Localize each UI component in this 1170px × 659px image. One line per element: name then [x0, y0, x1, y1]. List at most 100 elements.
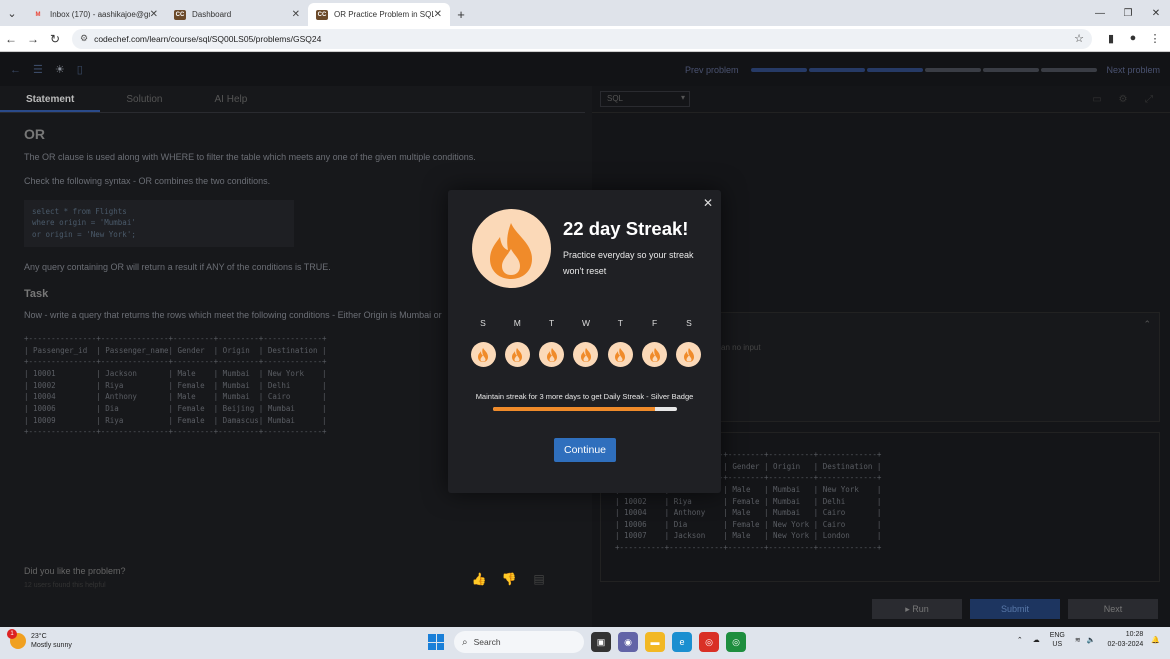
url-input[interactable]: ⚙ codechef.com/learn/course/sql/SQ00LS05…	[72, 28, 1092, 49]
paragraph: Check the following syntax - OR combines…	[24, 176, 271, 187]
theme-sun-icon[interactable]: ☀	[55, 63, 65, 76]
day-sunday: S	[470, 318, 496, 367]
day-label: S	[686, 318, 692, 328]
close-icon[interactable]: ✕	[434, 9, 442, 20]
restore-icon[interactable]: ❐	[1114, 0, 1142, 26]
tab-or-practice[interactable]: CC OR Practice Problem in SQL - C ✕	[308, 3, 450, 26]
gmail-icon: M	[35, 11, 41, 18]
day-label: W	[581, 318, 590, 328]
flame-icon	[472, 209, 551, 288]
tab-label: OR Practice Problem in SQL - C	[334, 10, 434, 19]
tab-search-icon[interactable]: ⌄	[0, 0, 24, 26]
day-label: F	[652, 318, 658, 328]
codechef-icon: CC	[316, 9, 328, 20]
prev-problem-link[interactable]: Prev problem	[685, 65, 739, 75]
chevron-up-icon[interactable]: ⌃	[1143, 319, 1151, 330]
maintain-streak-text: Maintain streak for 3 more days to get D…	[475, 392, 694, 401]
day-label: M	[513, 318, 521, 328]
notification-badge: 1	[7, 629, 17, 640]
flame-icon	[676, 342, 702, 367]
next-problem-link[interactable]: Next problem	[1106, 65, 1160, 75]
language-select[interactable]: SQL	[600, 91, 690, 107]
weather-widget[interactable]: 1 23°C Mostly sunny	[7, 629, 72, 650]
close-icon[interactable]: ✕	[150, 9, 158, 20]
app-header: ← ☰ ☀ ▯ Prev problem Next problem	[0, 53, 1170, 86]
comment-icon[interactable]: ▤	[524, 572, 554, 586]
input-placeholder: an no input	[721, 343, 761, 352]
reload-icon[interactable]: ↻	[44, 32, 66, 46]
windows-start-icon[interactable]	[428, 634, 444, 650]
cloud-icon[interactable]: ☁	[1033, 636, 1040, 644]
thumbs-up-icon[interactable]: 👍	[464, 572, 494, 586]
close-icon[interactable]: ✕	[292, 9, 300, 20]
notification-bell-icon[interactable]: 🔔	[1151, 636, 1160, 644]
flame-icon	[539, 342, 565, 367]
menu-kebab-icon[interactable]: ⋮	[1144, 32, 1166, 45]
chrome-icon[interactable]: ◎	[699, 632, 719, 652]
time: 10:28	[1125, 631, 1144, 638]
settings-gear-icon[interactable]: ⚙	[1110, 94, 1136, 105]
url-text: codechef.com/learn/course/sql/SQ00LS05/p…	[94, 33, 322, 44]
search-label: Search	[473, 637, 501, 647]
wifi-icon[interactable]: ≋	[1075, 636, 1081, 644]
address-bar: ← → ↻ ⚙ codechef.com/learn/course/sql/SQ…	[0, 26, 1170, 52]
tab-statement[interactable]: Statement	[0, 86, 101, 112]
editor-toolbar: SQL ▭ ⚙ ⤢	[592, 86, 1170, 113]
day-thursday: T	[607, 318, 633, 367]
badge-progress-fill	[493, 407, 655, 411]
profile-avatar-icon[interactable]: ●	[1122, 32, 1144, 45]
speaker-icon[interactable]: 🔈	[1087, 636, 1096, 644]
bookmark-star-icon[interactable]: ☆	[1074, 32, 1084, 45]
forward-icon[interactable]: →	[22, 32, 44, 46]
new-tab-button[interactable]: +	[450, 3, 472, 26]
teams-chat-icon[interactable]: ◉	[618, 632, 638, 652]
day-label: T	[617, 318, 623, 328]
run-button[interactable]: ▸ Run	[872, 599, 962, 619]
file-explorer-icon[interactable]: ▬	[645, 632, 665, 652]
date: 02-03-2024	[1107, 640, 1144, 648]
streak-subtitle: Practice everyday so your streak won't r…	[563, 250, 694, 276]
task-view-icon[interactable]: ▣	[591, 632, 611, 652]
weather-temp: 23°C	[31, 633, 47, 640]
problem-title: OR	[24, 126, 45, 142]
flame-icon	[642, 342, 668, 367]
day-friday: F	[642, 318, 668, 367]
site-info-icon[interactable]: ⚙	[80, 33, 88, 44]
day-monday: M	[504, 318, 530, 367]
submit-button[interactable]: Submit	[970, 599, 1060, 619]
system-tray: ⌃ ☁ ENG US ≋ 🔈 10:28 02-03-2024 🔔	[1017, 630, 1160, 650]
chat-icon[interactable]: ▭	[1084, 94, 1110, 105]
next-button[interactable]: Next	[1068, 599, 1158, 619]
chevron-up-icon[interactable]: ⌃	[1017, 636, 1023, 644]
side-panel-icon[interactable]: ▮	[1100, 32, 1122, 45]
tab-gmail[interactable]: M Inbox (170) - aashikajoe@gmail ✕	[24, 3, 166, 26]
flame-icon	[607, 342, 633, 367]
thumbs-down-icon[interactable]: 👎	[494, 572, 524, 586]
search-icon: ⌕	[462, 636, 468, 648]
tab-solution[interactable]: Solution	[100, 86, 188, 112]
day-wednesday: W	[573, 318, 599, 367]
tab-dashboard[interactable]: CC Dashboard ✕	[166, 3, 308, 26]
window-controls: — ❐ ✕	[1086, 0, 1170, 26]
weather-desc: Mostly sunny	[31, 642, 72, 650]
flame-icon	[470, 342, 496, 367]
fullscreen-icon[interactable]: ⤢	[1136, 94, 1162, 105]
bookmark-icon[interactable]: ▯	[77, 63, 83, 76]
streak-modal: ✕ 22 day Streak! Practice everyday so yo…	[448, 190, 721, 493]
chrome-active-icon[interactable]: ◎	[726, 632, 746, 652]
tab-ai-help[interactable]: AI Help	[189, 86, 274, 112]
problem-progress: Prev problem Next problem	[685, 65, 1160, 75]
streak-title: 22 day Streak!	[563, 218, 689, 239]
clock[interactable]: 10:28 02-03-2024	[1107, 630, 1143, 650]
arrow-left-icon[interactable]: ←	[10, 64, 21, 76]
close-modal-icon[interactable]: ✕	[703, 196, 713, 210]
taskbar-search[interactable]: ⌕ Search	[454, 631, 584, 653]
back-icon[interactable]: ←	[0, 32, 22, 46]
continue-button[interactable]: Continue	[554, 438, 616, 462]
list-icon[interactable]: ☰	[33, 63, 43, 76]
edge-browser-icon[interactable]: e	[672, 632, 692, 652]
windows-taskbar: 1 23°C Mostly sunny ⌕ Search ▣ ◉ ▬ e ◎ ◎…	[0, 627, 1170, 659]
minimize-icon[interactable]: —	[1086, 0, 1114, 26]
day-label: S	[480, 318, 486, 328]
close-window-icon[interactable]: ✕	[1142, 0, 1170, 26]
